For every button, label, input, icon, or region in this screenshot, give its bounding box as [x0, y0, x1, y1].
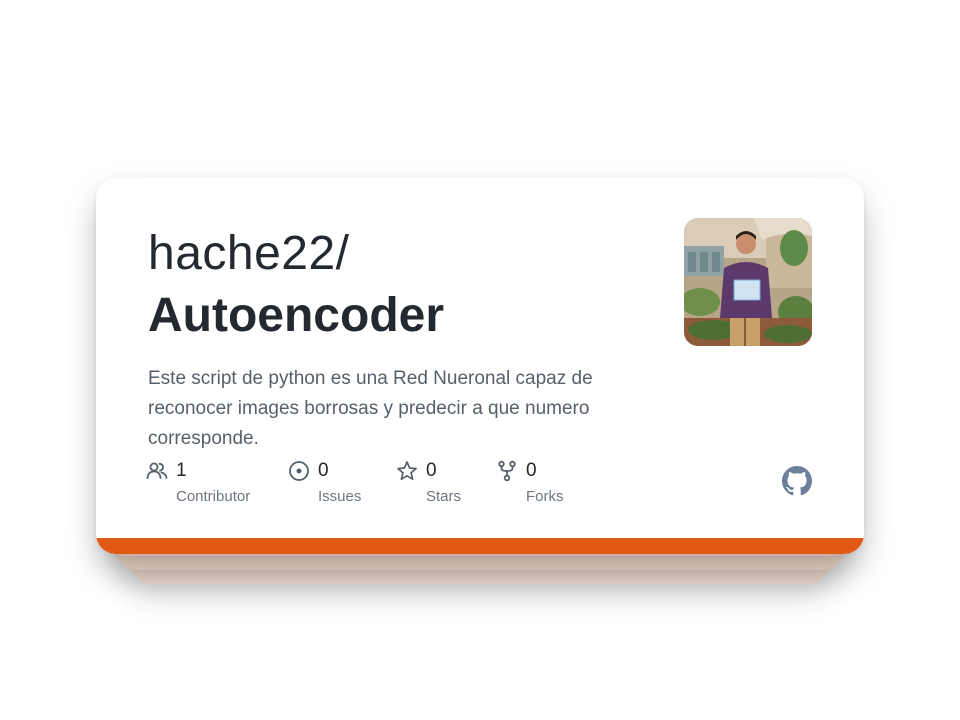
stat-count: 1 [176, 460, 187, 481]
repo-name[interactable]: Autoencoder [148, 288, 444, 344]
owner-avatar[interactable] [684, 218, 812, 346]
stat-label: Forks [526, 488, 564, 505]
social-preview-card-stack: hache22/ Autoencoder Este script de pyth… [0, 0, 960, 720]
stat-label: Issues [318, 488, 362, 505]
repo-description: Este script de python es una Red Nuerona… [148, 368, 593, 449]
github-icon[interactable] [782, 466, 812, 496]
stat-label: Contributor [176, 488, 251, 505]
star-icon [396, 460, 418, 482]
accent-bar [96, 538, 864, 554]
issues-icon [288, 460, 310, 482]
stat-count: 0 [318, 460, 329, 481]
stat-label: Stars [426, 488, 462, 505]
stat-count: 0 [426, 460, 437, 481]
repo-owner[interactable]: hache22/ [148, 226, 350, 282]
fork-icon [496, 460, 518, 482]
contributors-icon [146, 460, 168, 482]
stat-count: 0 [526, 460, 537, 481]
repo-card[interactable]: hache22/ Autoencoder Este script de pyth… [96, 178, 864, 554]
